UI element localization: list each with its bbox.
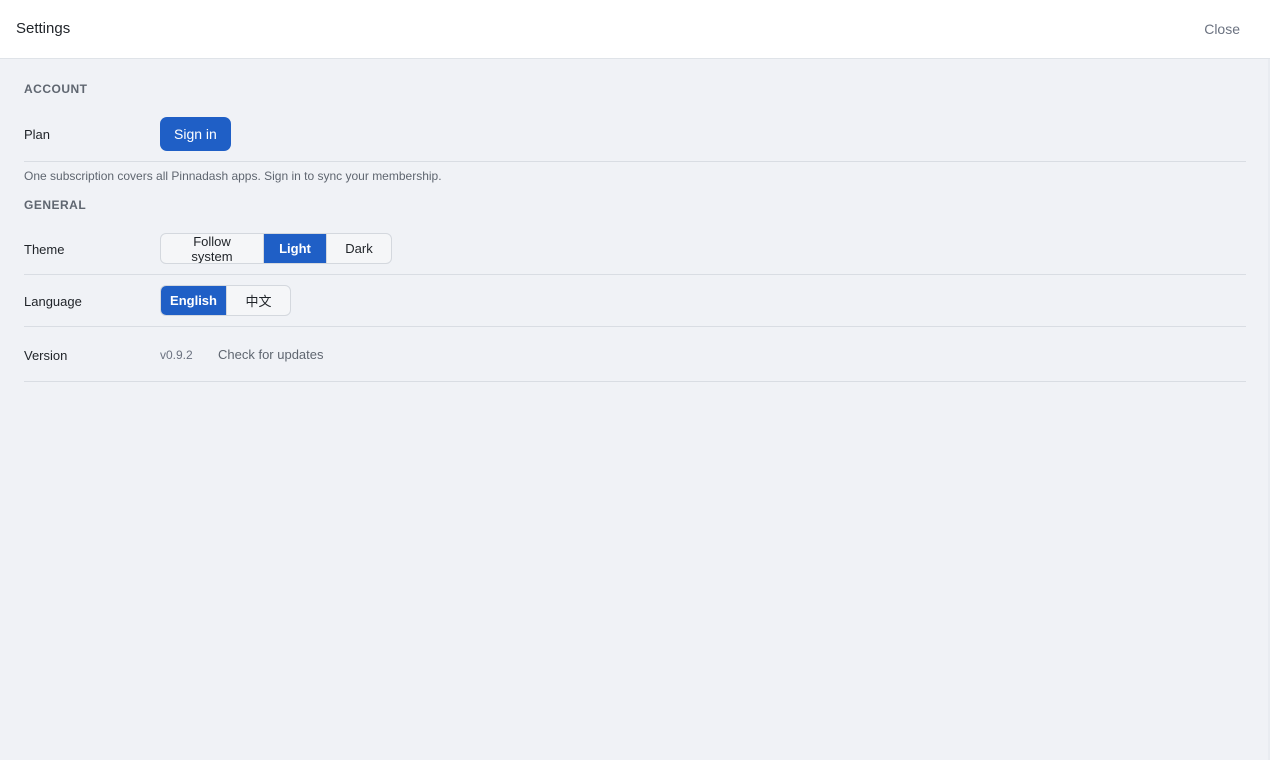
page-title: Settings (16, 20, 71, 37)
theme-row: Theme Follow system Light Dark (24, 222, 1246, 275)
language-label: Language (24, 294, 82, 309)
theme-option-follow-system[interactable]: Follow system (161, 234, 264, 263)
language-option-chinese[interactable]: 中文 (227, 286, 290, 315)
plan-row: Plan Sign in (24, 103, 1246, 162)
close-button[interactable]: Close (1204, 21, 1240, 37)
plan-label: Plan (24, 127, 51, 142)
language-selector: English 中文 (160, 285, 291, 316)
subscription-note: One subscription covers all Pinnadash ap… (24, 169, 442, 183)
version-row: Version v0.9.2 Check for updates (24, 327, 1246, 382)
settings-header: Settings Close (0, 0, 1270, 59)
section-title-general: GENERAL (24, 198, 87, 212)
version-value: v0.9.2 (160, 348, 193, 362)
theme-selector: Follow system Light Dark (160, 233, 392, 264)
sign-in-button[interactable]: Sign in (160, 117, 231, 151)
theme-option-dark[interactable]: Dark (327, 234, 391, 263)
check-updates-button[interactable]: Check for updates (218, 347, 324, 362)
theme-label: Theme (24, 242, 65, 257)
language-row: Language English 中文 (24, 275, 1246, 327)
version-label: Version (24, 348, 68, 363)
section-title-account: ACCOUNT (24, 82, 88, 96)
theme-option-light[interactable]: Light (264, 234, 327, 263)
language-option-english[interactable]: English (161, 286, 227, 315)
